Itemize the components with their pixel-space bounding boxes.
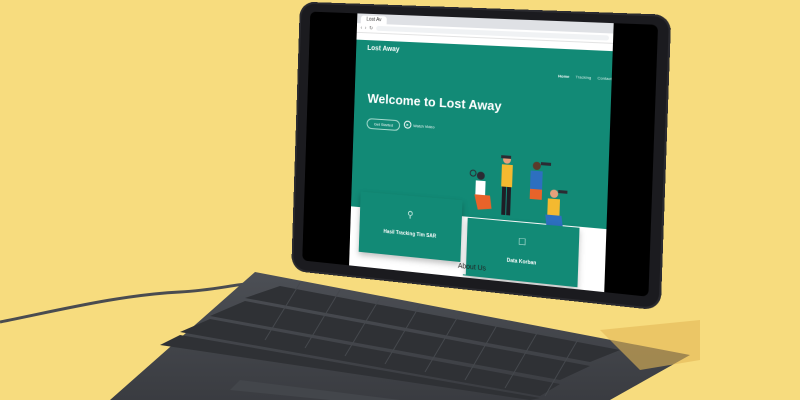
screen: Lost Av ‹ › ↻ Lost Away Home Tracking Co… xyxy=(302,11,659,297)
nav-item-home[interactable]: Home xyxy=(558,73,570,79)
site-logo[interactable]: Lost Away xyxy=(367,45,399,53)
nav-item-tracking[interactable]: Tracking xyxy=(575,74,591,80)
play-icon: ▶ xyxy=(403,120,412,129)
nav-item-contact[interactable]: Contact xyxy=(597,75,612,81)
scene: Lost Av ‹ › ↻ Lost Away Home Tracking Co… xyxy=(0,0,800,400)
about-underline xyxy=(462,274,477,277)
feature-card-tracking[interactable]: ⚲ Hasil Tracking Tim SAR xyxy=(358,191,463,263)
forward-icon[interactable]: › xyxy=(365,25,367,31)
chat-icon: ☐ xyxy=(517,236,527,248)
watch-video-label: Watch Video xyxy=(413,122,435,129)
site-nav: Home Tracking Contact xyxy=(558,73,612,81)
browser-window: Lost Av ‹ › ↻ Lost Away Home Tracking Co… xyxy=(349,13,614,293)
hero-title: Welcome to Lost Away xyxy=(367,90,502,114)
map-pin-icon: ⚲ xyxy=(407,209,414,220)
browser-tab[interactable]: Lost Av xyxy=(360,15,388,25)
card-label: Hasil Tracking Tim SAR xyxy=(383,228,437,240)
reload-icon[interactable]: ↻ xyxy=(369,25,373,31)
watch-video-link[interactable]: ▶ Watch Video xyxy=(403,120,435,130)
back-icon[interactable]: ‹ xyxy=(360,25,362,31)
feature-card-victims[interactable]: ☐ Data Korban xyxy=(465,217,580,288)
laptop-lid: Lost Av ‹ › ↻ Lost Away Home Tracking Co… xyxy=(291,1,672,311)
get-started-button[interactable]: Get Started xyxy=(366,118,401,132)
